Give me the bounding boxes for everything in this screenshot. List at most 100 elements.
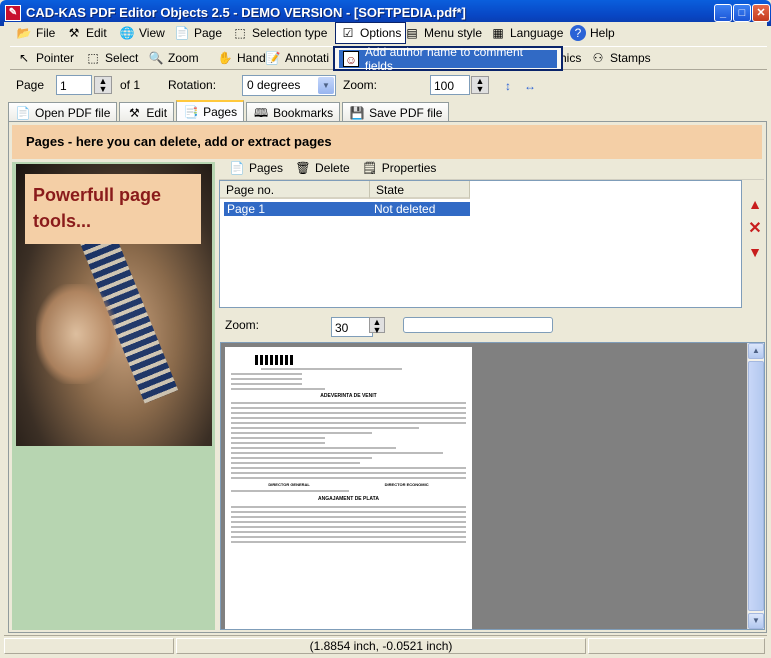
menu-help[interactable]: ? Help <box>570 22 615 44</box>
tool-select-label: Select <box>105 51 139 65</box>
pages-banner: Pages - here you can delete, add or extr… <box>12 125 762 159</box>
rotation-select[interactable]: 0 degrees ▼ <box>242 75 336 96</box>
director-general-label: DIRECTOR GENERAL <box>268 482 310 487</box>
maximize-button[interactable]: □ <box>733 4 751 22</box>
promo-pane: Powerfull page tools... <box>12 162 215 630</box>
menu-file-label: File <box>36 26 56 40</box>
properties-icon: 🗒 <box>362 160 378 175</box>
preview-zoom-spinner[interactable]: ▲ ▼ <box>369 317 385 335</box>
page-preview[interactable]: ADEVERINTA DE VENIT DIRECTOR GENERAL DIR… <box>220 342 765 630</box>
tool-graphics[interactable]: hics <box>560 47 581 69</box>
tool-pointer[interactable]: ↖ Pointer <box>16 47 74 69</box>
page-spinner[interactable]: ▲ ▼ <box>94 76 112 94</box>
delete-icon: 🗑 <box>295 160 311 175</box>
bookmarks-icon: 🕮 <box>254 105 269 120</box>
move-down-icon[interactable]: ▼ <box>745 244 765 260</box>
remove-icon[interactable]: ✕ <box>745 218 765 238</box>
tool-graphics-label: hics <box>560 51 582 65</box>
barcode-graphic <box>255 355 295 365</box>
preview-zoom-label: Zoom: <box>225 318 260 332</box>
menu-edit-label: Edit <box>86 26 107 40</box>
tab-edit-label: Edit <box>146 105 168 120</box>
menu-view[interactable]: 🌐 View <box>119 22 165 44</box>
delete-button[interactable]: 🗑 Delete <box>295 157 350 179</box>
properties-button-label: Properties <box>381 160 437 175</box>
preview-scrollbar[interactable]: ▲ ▼ <box>747 343 764 629</box>
menu-bar: 📂 File ⚒ Edit 🌐 View 📄 Page ⬚ Selection type … <box>4 22 767 46</box>
zoom-input[interactable]: 100 <box>430 75 470 95</box>
properties-button[interactable]: 🗒 Properties <box>362 157 437 179</box>
zoom-spinner[interactable]: ▲ ▼ <box>471 76 489 94</box>
column-header-state[interactable]: State <box>370 181 470 199</box>
delete-button-label: Delete <box>315 160 350 175</box>
navigation-toolbar: Page 1 ▲ ▼ of 1 Rotation: 0 degrees ▼ Zoom… <box>10 72 767 100</box>
menu-style-icon: ▤ <box>406 26 418 40</box>
reorder-controls: ▲ ✕ ▼ <box>745 196 765 260</box>
menu-selection-label: Selection type <box>252 26 328 40</box>
annotation-icon: 📝 <box>265 51 281 65</box>
tab-open-pdf[interactable]: 📄 Open PDF file <box>8 102 118 122</box>
menu-edit[interactable]: ⚒ Edit <box>66 22 107 44</box>
page-number-input[interactable]: 1 <box>56 75 92 95</box>
tab-pages[interactable]: 📑 Pages <box>176 100 245 122</box>
menu-language[interactable]: ▦ Language <box>490 22 563 44</box>
menu-file[interactable]: 📂 File <box>16 22 56 44</box>
magnifier-icon: 🔍 <box>148 51 164 65</box>
status-coordinates: (1.8854 inch, -0.0521 inch) <box>176 638 586 654</box>
tab-save-pdf[interactable]: 💾 Save PDF file <box>342 102 450 122</box>
tool-zoom[interactable]: 🔍 Zoom <box>148 47 199 69</box>
pages-icon: 📄 <box>229 160 245 175</box>
tool-hand[interactable]: ✋ Hand <box>217 47 266 69</box>
status-bar: (1.8854 inch, -0.0521 inch) <box>4 635 767 655</box>
table-row[interactable]: Page 1 Not deleted <box>224 202 470 216</box>
main-tabs: 📄 Open PDF file ⚒ Edit 📑 Pages 🕮 Bookmarks 💾… <box>8 100 451 122</box>
tab-bookmarks[interactable]: 🕮 Bookmarks <box>246 102 341 122</box>
tool-pointer-label: Pointer <box>36 51 75 65</box>
selection-icon: ⬚ <box>234 26 246 40</box>
move-up-icon[interactable]: ▲ <box>745 196 765 212</box>
pages-list[interactable]: Page no. State Page 1 Not deleted <box>219 180 742 308</box>
hand-graphic <box>36 284 116 384</box>
fit-height-icon[interactable]: ↕ <box>500 78 516 94</box>
close-button[interactable]: ✕ <box>752 4 770 22</box>
tool-zoom-label: Zoom <box>168 51 199 65</box>
menu-options[interactable]: ☑ Options <box>335 22 407 44</box>
tab-edit[interactable]: ⚒ Edit <box>119 102 175 122</box>
fit-width-icon[interactable]: ↔ <box>522 78 538 94</box>
scroll-thumb[interactable] <box>748 361 764 611</box>
menu-selection-type[interactable]: ⬚ Selection type <box>232 22 327 44</box>
minimize-button[interactable]: _ <box>714 4 732 22</box>
menu-language-label: Language <box>510 26 564 40</box>
tool-select[interactable]: ⬚ Select <box>85 47 138 69</box>
tool-annotation[interactable]: 📝 Annotati <box>265 47 330 69</box>
help-icon: ? <box>570 25 586 41</box>
row-page-cell: Page 1 <box>227 202 266 216</box>
menu-style-label: Menu style <box>424 26 483 40</box>
menu-item-add-author-name[interactable]: ☺ Add author name to comment fields <box>339 45 557 73</box>
pages-button-label: Pages <box>249 160 284 175</box>
preview-zoom-value: 30 <box>335 321 349 335</box>
window-title: CAD-KAS PDF Editor Objects 2.5 - DEMO VE… <box>26 5 466 20</box>
page-number-value: 1 <box>60 79 67 93</box>
menu-options-label: Options <box>360 26 402 40</box>
pages-panel: Pages - here you can delete, add or extr… <box>8 121 767 633</box>
checklist-icon: ☑ <box>342 26 354 40</box>
rotation-label: Rotation: <box>168 78 217 92</box>
promo-text: Powerfull page tools... <box>25 174 201 244</box>
preview-zoom-input[interactable]: 30 <box>331 317 373 337</box>
document-icon: 📄 <box>15 105 31 120</box>
menu-menu-style[interactable]: ▤ Menu style <box>404 22 482 44</box>
scroll-down-icon[interactable]: ▼ <box>748 613 764 629</box>
column-header-page-no[interactable]: Page no. <box>220 181 370 199</box>
document-heading: ADEVERINTA DE VENIT <box>320 393 377 399</box>
pages-button[interactable]: 📄 Pages <box>229 157 284 179</box>
tool-stamps-label: Stamps <box>610 51 651 65</box>
menu-page[interactable]: 📄 Page <box>174 22 223 44</box>
scroll-up-icon[interactable]: ▲ <box>748 343 764 359</box>
tab-bookmarks-label: Bookmarks <box>273 105 334 120</box>
tools-icon: ⚒ <box>128 105 140 120</box>
stamp-icon: ⚇ <box>592 51 604 65</box>
tool-stamps[interactable]: ⚇ Stamps <box>590 47 651 69</box>
promo-image: Powerfull page tools... <box>16 164 212 446</box>
tab-pages-label: Pages <box>203 105 238 119</box>
